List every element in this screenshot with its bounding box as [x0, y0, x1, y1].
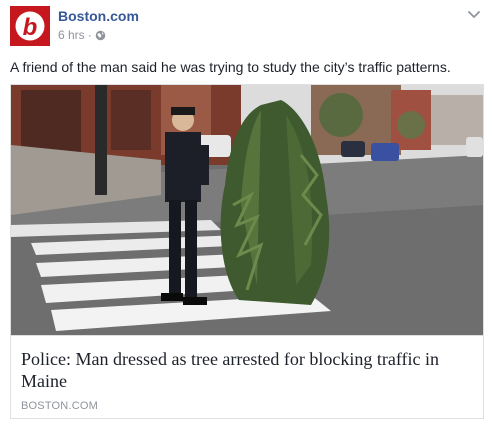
- link-domain: BOSTON.COM: [21, 400, 98, 412]
- link-preview-card[interactable]: Police: Man dressed as tree arrested for…: [10, 84, 484, 419]
- chevron-down-icon[interactable]: [466, 6, 482, 22]
- globe-icon[interactable]: [95, 30, 106, 41]
- link-preview-text[interactable]: Police: Man dressed as tree arrested for…: [11, 335, 483, 418]
- page-name-link[interactable]: Boston.com: [58, 8, 139, 24]
- facebook-post: b Boston.com 6 hrs · A friend of the man…: [0, 0, 492, 427]
- post-timestamp[interactable]: 6 hrs: [58, 28, 85, 42]
- post-header: b Boston.com 6 hrs ·: [10, 6, 482, 46]
- avatar-letter: b: [23, 14, 38, 41]
- meta-separator: ·: [87, 28, 92, 42]
- post-caption: A friend of the man said he was trying t…: [10, 59, 451, 75]
- boston-logo-icon: b: [10, 6, 50, 46]
- post-meta: 6 hrs ·: [58, 28, 106, 42]
- link-headline[interactable]: Police: Man dressed as tree arrested for…: [21, 348, 475, 392]
- link-preview-image[interactable]: [11, 85, 483, 335]
- page-avatar[interactable]: b: [10, 6, 50, 46]
